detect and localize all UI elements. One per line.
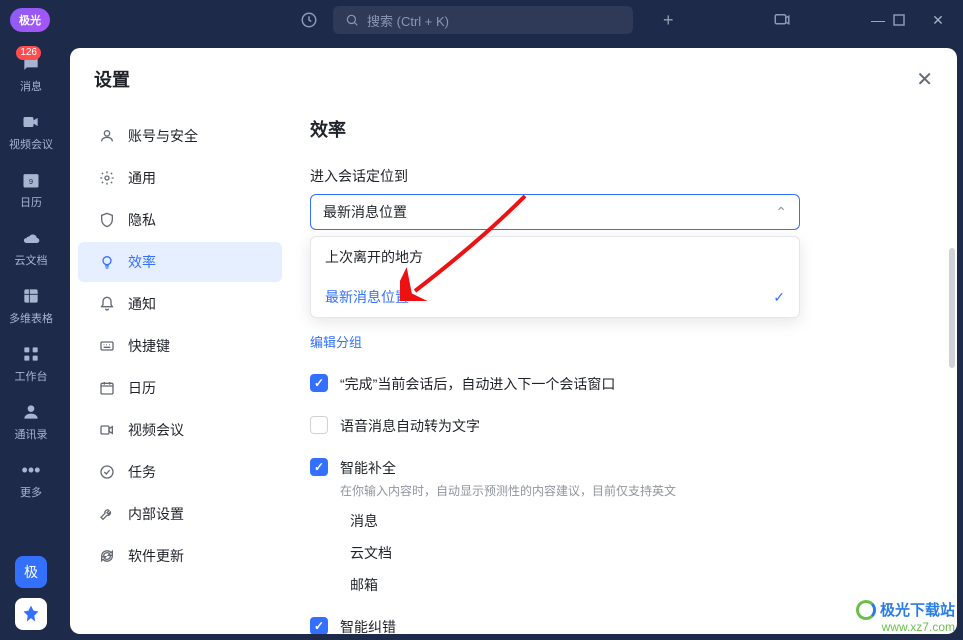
rail-item-video[interactable]: 视频会议 bbox=[9, 110, 53, 152]
rail-item-base[interactable]: 多维表格 bbox=[9, 284, 53, 326]
enter-session-dropdown: 上次离开的地方 最新消息位置✓ bbox=[310, 236, 800, 318]
left-rail: 126 消息 视频会议 9 日历 云文档 多维表格 工作台 通讯录 ••• 更多… bbox=[0, 40, 62, 640]
nav-video[interactable]: 视频会议 bbox=[78, 410, 282, 450]
chevron-up-icon: ⌃ bbox=[775, 204, 787, 221]
app-logo[interactable]: 极光 bbox=[10, 8, 50, 32]
titlebar: 极光 搜索 (Ctrl + K) + — ✕ bbox=[0, 0, 963, 40]
label-done-next: “完成”当前会话后，自动进入下一个会话窗口 bbox=[340, 374, 615, 394]
dropdown-option-latest[interactable]: 最新消息位置✓ bbox=[311, 277, 799, 317]
calendar-icon bbox=[98, 379, 116, 397]
search-input[interactable]: 搜索 (Ctrl + K) bbox=[333, 6, 633, 34]
settings-content: 效率 进入会话定位到 最新消息位置 ⌃ 上次离开的地方 最新消息位置✓ 编辑分组… bbox=[290, 106, 957, 634]
cloud-doc-icon bbox=[19, 226, 43, 250]
rail-label: 通讯录 bbox=[15, 426, 48, 442]
close-settings-button[interactable]: ✕ bbox=[916, 67, 933, 92]
gear-icon bbox=[98, 169, 116, 187]
scrollbar[interactable] bbox=[949, 248, 955, 368]
rail-item-workspace[interactable]: 工作台 bbox=[15, 342, 48, 384]
task-icon bbox=[98, 463, 116, 481]
bell-icon bbox=[98, 295, 116, 313]
select-value: 最新消息位置 bbox=[323, 202, 407, 222]
video-icon bbox=[19, 110, 43, 134]
shield-icon bbox=[98, 211, 116, 229]
contacts-icon bbox=[19, 400, 43, 424]
history-icon[interactable] bbox=[300, 11, 318, 29]
label-docs: 云文档 bbox=[350, 543, 392, 563]
content-heading: 效率 bbox=[310, 116, 917, 142]
user-icon bbox=[98, 127, 116, 145]
nav-calendar[interactable]: 日历 bbox=[78, 368, 282, 408]
checkbox-smart-correct[interactable] bbox=[310, 617, 328, 634]
dropdown-option-last-left[interactable]: 上次离开的地方 bbox=[311, 237, 799, 277]
settings-nav: 账号与安全 通用 隐私 效率 通知 快捷键 日历 视频会议 任务 内部设置 软件… bbox=[70, 106, 290, 634]
table-icon bbox=[19, 284, 43, 308]
checkbox-smart-complete[interactable] bbox=[310, 458, 328, 476]
maximize-button[interactable] bbox=[893, 14, 923, 26]
svg-text:9: 9 bbox=[29, 177, 33, 186]
nav-efficiency[interactable]: 效率 bbox=[78, 242, 282, 282]
rail-label: 更多 bbox=[20, 484, 42, 500]
rail-item-docs[interactable]: 云文档 bbox=[15, 226, 48, 268]
rail-item-calendar[interactable]: 9 日历 bbox=[19, 168, 43, 210]
more-icon: ••• bbox=[19, 458, 43, 482]
announce-icon[interactable] bbox=[773, 11, 803, 29]
new-tab-button[interactable]: + bbox=[663, 10, 674, 31]
checkbox-voice-to-text[interactable] bbox=[310, 416, 328, 434]
rail-item-contacts[interactable]: 通讯录 bbox=[15, 400, 48, 442]
nav-internal[interactable]: 内部设置 bbox=[78, 494, 282, 534]
rail-label: 多维表格 bbox=[9, 310, 53, 326]
nav-account[interactable]: 账号与安全 bbox=[78, 116, 282, 156]
close-window-button[interactable]: ✕ bbox=[923, 12, 953, 29]
checkbox-done-next[interactable] bbox=[310, 374, 328, 392]
nav-shortcuts[interactable]: 快捷键 bbox=[78, 326, 282, 366]
keyboard-icon bbox=[98, 337, 116, 355]
nav-notification[interactable]: 通知 bbox=[78, 284, 282, 324]
rail-label: 工作台 bbox=[15, 368, 48, 384]
label-smart-complete: 智能补全 bbox=[340, 458, 676, 478]
rail-bottom-app2[interactable] bbox=[15, 598, 47, 630]
edit-group-link[interactable]: 编辑分组 bbox=[310, 332, 362, 351]
rail-label: 云文档 bbox=[15, 252, 48, 268]
rail-item-messages[interactable]: 126 消息 bbox=[19, 52, 43, 94]
label-mail: 邮箱 bbox=[350, 575, 378, 595]
nav-update[interactable]: 软件更新 bbox=[78, 536, 282, 576]
watermark-logo-icon bbox=[856, 600, 876, 620]
nav-tasks[interactable]: 任务 bbox=[78, 452, 282, 492]
search-placeholder: 搜索 (Ctrl + K) bbox=[367, 11, 449, 30]
bulb-icon bbox=[98, 253, 116, 271]
video-icon bbox=[98, 421, 116, 439]
settings-title: 设置 bbox=[94, 66, 130, 92]
check-icon: ✓ bbox=[773, 289, 785, 306]
enter-session-select[interactable]: 最新消息位置 ⌃ bbox=[310, 194, 800, 230]
nav-privacy[interactable]: 隐私 bbox=[78, 200, 282, 240]
refresh-icon bbox=[98, 547, 116, 565]
sub-smart-complete: 在你输入内容时，自动显示预测性的内容建议，目前仅支持英文 bbox=[340, 482, 676, 499]
watermark: 极光下载站 www.xz7.com bbox=[856, 599, 955, 634]
messages-badge: 126 bbox=[16, 46, 41, 60]
apps-icon bbox=[19, 342, 43, 366]
label-msg: 消息 bbox=[350, 511, 378, 531]
rail-label: 日历 bbox=[20, 194, 42, 210]
rail-label: 消息 bbox=[20, 78, 42, 94]
settings-panel: 设置 ✕ 账号与安全 通用 隐私 效率 通知 快捷键 日历 视频会议 任务 内部… bbox=[70, 48, 957, 634]
label-smart-correct: 智能纠错 bbox=[340, 617, 688, 634]
rail-label: 视频会议 bbox=[9, 136, 53, 152]
calendar-icon: 9 bbox=[19, 168, 43, 192]
wrench-icon bbox=[98, 505, 116, 523]
rail-item-more[interactable]: ••• 更多 bbox=[19, 458, 43, 500]
nav-general[interactable]: 通用 bbox=[78, 158, 282, 198]
label-voice-to-text: 语音消息自动转为文字 bbox=[340, 416, 480, 436]
enter-session-label: 进入会话定位到 bbox=[310, 166, 917, 186]
minimize-button[interactable]: — bbox=[863, 12, 893, 28]
rail-bottom-app1[interactable]: 极 bbox=[15, 556, 47, 588]
